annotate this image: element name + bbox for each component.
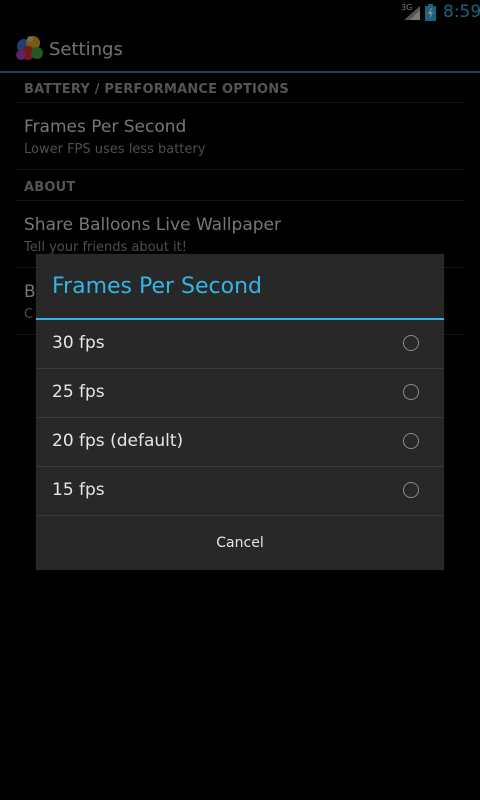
option-label: 30 fps: [52, 333, 105, 353]
screen: 3G 8:59 Settings BATTERY / PERFORMANCE O…: [0, 0, 480, 800]
fps-dialog: Frames Per Second 30 fps 25 fps 20 fps (…: [36, 254, 444, 570]
radio-button[interactable]: [403, 335, 419, 351]
radio-button[interactable]: [403, 433, 419, 449]
option-15-fps[interactable]: 15 fps: [36, 467, 444, 516]
radio-button[interactable]: [403, 482, 419, 498]
option-label: 25 fps: [52, 382, 105, 402]
radio-button[interactable]: [403, 384, 419, 400]
option-20-fps[interactable]: 20 fps (default): [36, 418, 444, 467]
option-label: 20 fps (default): [52, 431, 184, 451]
option-30-fps[interactable]: 30 fps: [36, 320, 444, 369]
dialog-title: Frames Per Second: [52, 274, 263, 299]
cancel-button[interactable]: Cancel: [36, 516, 444, 570]
option-25-fps[interactable]: 25 fps: [36, 369, 444, 418]
option-label: 15 fps: [52, 480, 105, 500]
